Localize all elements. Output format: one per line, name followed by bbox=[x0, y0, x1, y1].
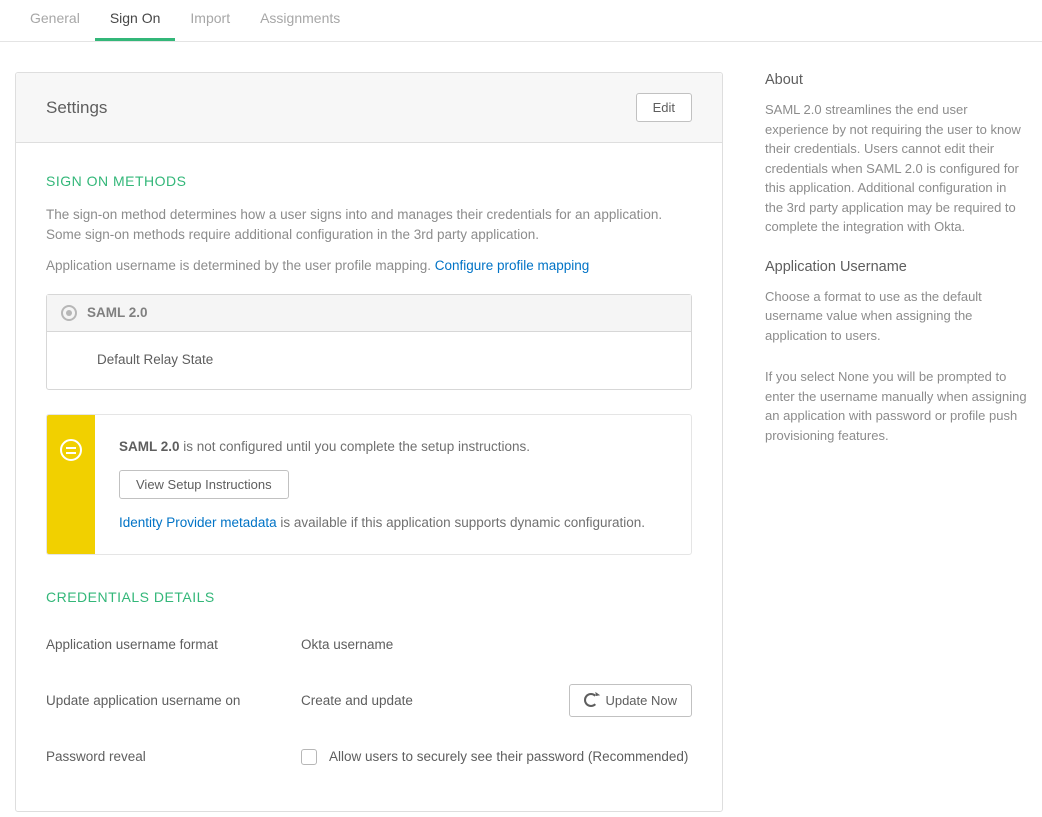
sidebar: About SAML 2.0 streamlines the end user … bbox=[765, 72, 1027, 467]
panel-title: Settings bbox=[46, 98, 107, 118]
tab-import[interactable]: Import bbox=[175, 0, 245, 41]
app-username-heading: Application Username bbox=[765, 259, 1027, 275]
alert-line-1: SAML 2.0 is not configured until you com… bbox=[119, 439, 667, 454]
app-username-p2: If you select None you will be prompted … bbox=[765, 367, 1027, 445]
tab-general[interactable]: General bbox=[15, 0, 95, 41]
refresh-icon bbox=[584, 693, 598, 707]
credentials-heading: CREDENTIALS DETAILS bbox=[46, 589, 692, 605]
app-username-p1: Choose a format to use as the default us… bbox=[765, 287, 1027, 346]
signon-methods-heading: SIGN ON METHODS bbox=[46, 173, 692, 189]
alert-line-2: Identity Provider metadata is available … bbox=[119, 515, 667, 530]
view-setup-instructions-button[interactable]: View Setup Instructions bbox=[119, 470, 289, 499]
alert-text-after: is not configured until you complete the… bbox=[180, 439, 530, 454]
password-reveal-text: Allow users to securely see their passwo… bbox=[329, 749, 688, 764]
idp-metadata-link[interactable]: Identity Provider metadata bbox=[119, 515, 277, 530]
alert-strong: SAML 2.0 bbox=[119, 439, 180, 454]
password-reveal-label: Password reveal bbox=[46, 749, 301, 764]
method-head[interactable]: SAML 2.0 bbox=[47, 295, 691, 332]
field-password-reveal: Password reveal Allow users to securely … bbox=[46, 733, 692, 781]
app-username-format-label: Application username format bbox=[46, 637, 301, 652]
configure-profile-mapping-link[interactable]: Configure profile mapping bbox=[435, 258, 590, 273]
setup-alert: SAML 2.0 is not configured until you com… bbox=[46, 414, 692, 555]
default-relay-state-label: Default Relay State bbox=[47, 332, 691, 389]
signon-desc-2: Application username is determined by th… bbox=[46, 256, 692, 276]
edit-button[interactable]: Edit bbox=[636, 93, 692, 122]
tab-assignments[interactable]: Assignments bbox=[245, 0, 355, 41]
radio-icon bbox=[61, 305, 77, 321]
panel-header: Settings Edit bbox=[16, 73, 722, 143]
method-label: SAML 2.0 bbox=[87, 305, 148, 320]
field-update-on: Update application username on Create an… bbox=[46, 668, 692, 733]
list-icon bbox=[60, 439, 82, 461]
method-box: SAML 2.0 Default Relay State bbox=[46, 294, 692, 390]
signon-desc-1: The sign-on method determines how a user… bbox=[46, 205, 692, 244]
app-username-format-value: Okta username bbox=[301, 637, 692, 652]
update-on-label: Update application username on bbox=[46, 693, 301, 708]
about-text: SAML 2.0 streamlines the end user experi… bbox=[765, 100, 1027, 237]
update-now-label: Update Now bbox=[605, 693, 677, 708]
tabbar: General Sign On Import Assignments bbox=[0, 0, 1042, 42]
about-heading: About bbox=[765, 72, 1027, 88]
idp-after: is available if this application support… bbox=[277, 515, 645, 530]
update-now-button[interactable]: Update Now bbox=[569, 684, 692, 717]
settings-panel: Settings Edit SIGN ON METHODS The sign-o… bbox=[15, 72, 723, 812]
update-on-value: Create and update bbox=[301, 693, 413, 708]
tab-signon[interactable]: Sign On bbox=[95, 0, 176, 41]
field-app-username-format: Application username format Okta usernam… bbox=[46, 621, 692, 668]
alert-stripe bbox=[47, 415, 95, 554]
password-reveal-checkbox[interactable] bbox=[301, 749, 317, 765]
signon-desc-2-prefix: Application username is determined by th… bbox=[46, 258, 435, 273]
